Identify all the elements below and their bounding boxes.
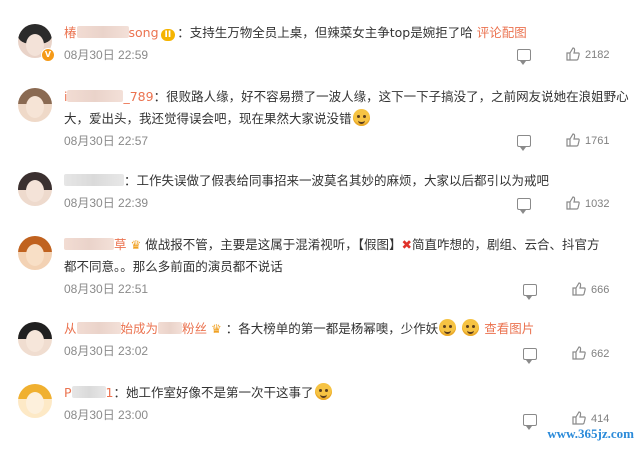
comment-text: ：她工作室好像不是第一次干这事了: [113, 385, 314, 400]
comment-image-link[interactable]: 评论配图: [477, 25, 527, 40]
thumbs-up-icon: [572, 411, 586, 425]
timestamp: 08月30日 23:02: [64, 344, 149, 358]
timestamp: 08月30日 23:00: [64, 408, 149, 422]
thumbs-up-icon: [566, 196, 580, 210]
comment-text: 做战报不管，主要是这属于混淆视听，【假图】: [145, 237, 402, 252]
timestamp: 08月30日 22:57: [64, 134, 149, 148]
thumbs-up-icon: [572, 346, 586, 360]
user-name[interactable]: P1: [64, 385, 114, 400]
like-button[interactable]: 1761: [566, 133, 609, 147]
thumbs-up-icon: [566, 133, 580, 147]
like-button[interactable]: 662: [572, 346, 609, 360]
comment-item: 从始成为 粉丝 ♛ ：各大榜单的第一都是杨幂噢，少作妖 查看图片 08月30日 2…: [0, 314, 640, 370]
laughing-emoji-icon: [352, 109, 370, 126]
comment-item: V 椿 song II ：支持生万物全员上桌，但辣菜女主争top是婉拒了哈 评论配图 …: [0, 14, 640, 70]
reply-icon[interactable]: [523, 414, 537, 430]
site-watermark: www.365jz.com: [547, 426, 634, 441]
comment-text: ：工作失误做了假表给同事招来一波莫名其妙的麻烦，大家以后都引以为戒吧: [124, 173, 550, 188]
comment-item: P 1：她工作室好像不是第一次干这事了 08月30日 23:00 414: [0, 378, 640, 438]
thumbs-up-icon: [566, 47, 580, 61]
comment-text: ：各大榜单的第一都是杨幂噢，少作妖: [225, 321, 439, 336]
timestamp: 08月30日 22:39: [64, 196, 149, 210]
reply-icon[interactable]: [517, 198, 531, 214]
like-button[interactable]: 666: [572, 282, 609, 296]
reply-icon[interactable]: [523, 348, 537, 364]
comment-text: ：支持生万物全员上桌，但辣菜女主争top是婉拒了哈: [177, 25, 473, 40]
user-name[interactable]: i _789: [64, 89, 154, 104]
comment-text-continued: 都不同意。。那么多前面的演员都不说话: [64, 259, 283, 274]
cross-mark-icon: ✖: [401, 237, 412, 252]
smile-emoji-icon: [462, 319, 480, 336]
user-name[interactable]: 草: [64, 237, 127, 252]
level-badge-icon: II: [160, 29, 176, 41]
comment-item: ：工作失误做了假表给同事招来一波莫名其妙的麻烦，大家以后都引以为戒吧 08月30…: [0, 166, 640, 218]
timestamp: 08月30日 22:51: [64, 282, 149, 296]
crown-icon: ♛: [130, 238, 142, 252]
reply-icon[interactable]: [523, 284, 537, 300]
comment-text: ：很败路人缘，好不容易攒了一波人缘，这下一下子搞没了，之前网友说她在浪姐野心: [153, 89, 629, 104]
surprised-emoji-icon: [314, 383, 332, 400]
avatar[interactable]: [18, 88, 52, 122]
comment-text-part-2: 简直咋想的，剧组、云合、抖官方: [412, 237, 600, 252]
thumbs-up-icon: [572, 282, 586, 296]
comment-item: i _789：很败路人缘，好不容易攒了一波人缘，这下一下子搞没了，之前网友说她在浪…: [0, 80, 640, 151]
like-button[interactable]: 414: [572, 411, 609, 425]
smile-emoji-icon: [439, 319, 457, 336]
verified-badge-icon: V: [41, 48, 55, 62]
avatar[interactable]: [18, 236, 52, 270]
user-name[interactable]: [64, 173, 124, 188]
like-button[interactable]: 1032: [566, 196, 609, 210]
avatar[interactable]: [18, 322, 52, 356]
user-name[interactable]: 椿 song: [64, 25, 159, 40]
like-button[interactable]: 2182: [566, 47, 609, 61]
timestamp: 08月30日 22:59: [64, 48, 149, 62]
view-image-link[interactable]: 查看图片: [484, 321, 534, 336]
reply-icon[interactable]: [517, 135, 531, 151]
comment-item: 草 ♛ 做战报不管，主要是这属于混淆视听，【假图】✖简直咋想的，剧组、云合、抖官…: [0, 228, 640, 304]
avatar[interactable]: [18, 172, 52, 206]
crown-icon: ♛: [211, 322, 222, 336]
reply-icon[interactable]: [517, 49, 531, 65]
user-name[interactable]: 从始成为 粉丝: [64, 321, 207, 336]
comment-text-continued: 大，爱出头，我还觉得误会吧，现在果然大家说没错: [64, 111, 352, 126]
avatar[interactable]: [18, 384, 52, 418]
